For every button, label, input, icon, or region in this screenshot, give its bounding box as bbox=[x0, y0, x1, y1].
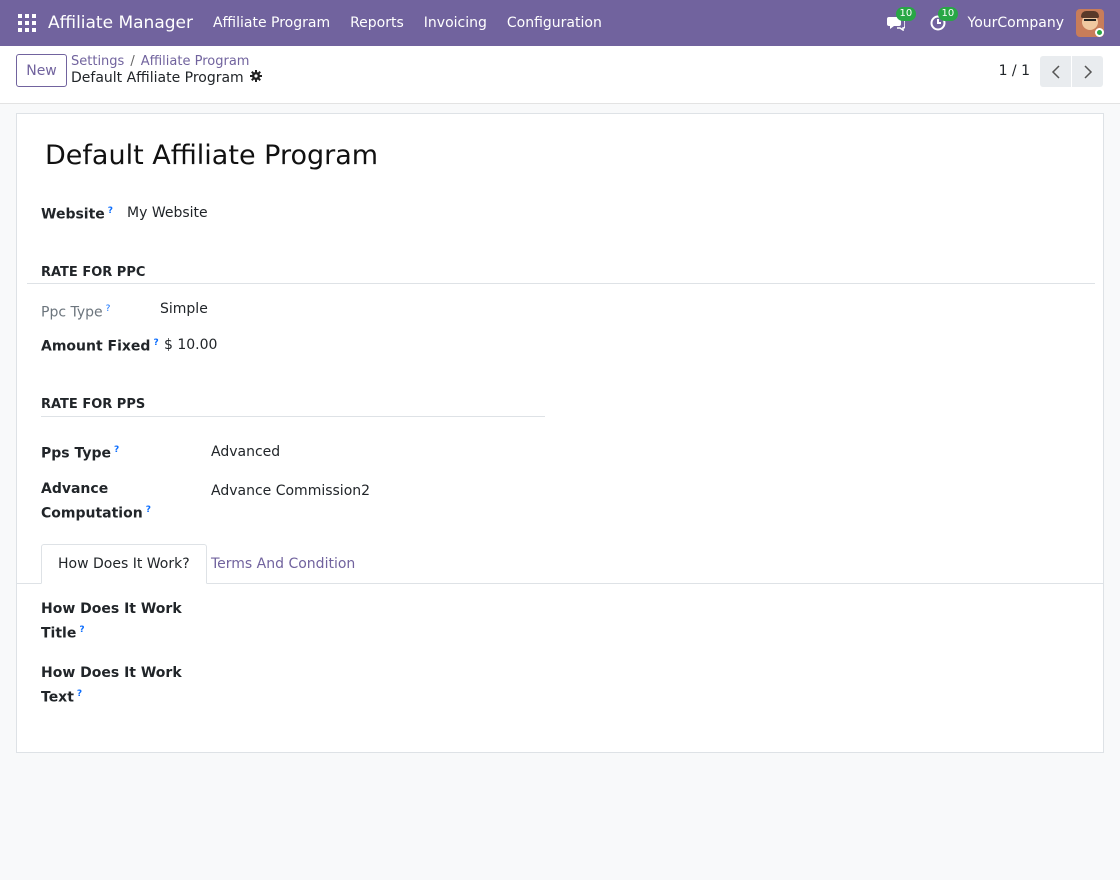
notebook-tabs: How Does It Work? Terms And Condition bbox=[17, 544, 1103, 584]
how-it-works-title-label: How Does It Work Title? bbox=[41, 601, 182, 642]
help-icon[interactable]: ? bbox=[146, 505, 151, 515]
advance-computation-label: Advance Computation? bbox=[41, 481, 151, 522]
amount-fixed-field[interactable]: $ 10.00 bbox=[164, 337, 217, 353]
record-title[interactable]: Default Affiliate Program bbox=[45, 140, 378, 171]
current-record-name: Default Affiliate Program bbox=[71, 70, 244, 86]
pager-value[interactable]: 1 / 1 bbox=[999, 63, 1030, 79]
new-button[interactable]: New bbox=[16, 54, 67, 87]
breadcrumb-affiliate-program[interactable]: Affiliate Program bbox=[141, 54, 250, 69]
user-avatar[interactable] bbox=[1076, 9, 1104, 37]
current-record: Default Affiliate Program bbox=[71, 70, 262, 86]
section-divider bbox=[27, 283, 1095, 284]
amount-fixed-label: Amount Fixed? bbox=[41, 338, 159, 355]
help-icon[interactable]: ? bbox=[79, 625, 84, 635]
ppc-type-label: Ppc Type? bbox=[41, 304, 111, 321]
chevron-left-icon bbox=[1051, 64, 1060, 79]
menu-invoicing[interactable]: Invoicing bbox=[424, 15, 487, 31]
help-icon[interactable]: ? bbox=[114, 445, 119, 455]
gear-icon[interactable] bbox=[249, 70, 262, 86]
pps-type-field[interactable]: Advanced bbox=[211, 444, 280, 460]
activities-button[interactable]: 10 bbox=[924, 7, 959, 35]
pps-type-label: Pps Type? bbox=[41, 445, 120, 462]
messages-count-badge: 10 bbox=[895, 7, 917, 21]
menu-affiliate-program[interactable]: Affiliate Program bbox=[213, 15, 330, 31]
advance-computation-field[interactable]: Advance Commission2 bbox=[211, 483, 370, 499]
menu-configuration[interactable]: Configuration bbox=[507, 15, 602, 31]
help-icon[interactable]: ? bbox=[106, 304, 111, 314]
help-icon[interactable]: ? bbox=[108, 206, 113, 216]
messages-button[interactable]: 10 bbox=[882, 7, 917, 35]
help-icon[interactable]: ? bbox=[77, 689, 82, 699]
breadcrumb: Settings / Affiliate Program bbox=[71, 54, 249, 69]
help-icon[interactable]: ? bbox=[153, 338, 158, 348]
section-rate-for-pps: RATE FOR PPS bbox=[41, 397, 146, 412]
company-switcher[interactable]: YourCompany bbox=[968, 15, 1065, 31]
top-navbar: Affiliate Manager Affiliate Program Repo… bbox=[0, 0, 1120, 46]
breadcrumb-settings[interactable]: Settings bbox=[71, 54, 124, 69]
main-menu: Affiliate Program Reports Invoicing Conf… bbox=[213, 15, 622, 31]
website-label: Website? bbox=[41, 206, 114, 223]
how-it-works-text-label: How Does It Work Text? bbox=[41, 665, 182, 706]
section-rate-for-ppc: RATE FOR PPC bbox=[41, 265, 146, 280]
website-field[interactable]: My Website bbox=[127, 205, 208, 221]
form-sheet: Default Affiliate Program Website? My We… bbox=[16, 113, 1104, 753]
section-divider bbox=[41, 416, 545, 417]
systray: 10 10 YourCompany bbox=[882, 0, 1120, 46]
pager-previous-button[interactable] bbox=[1040, 56, 1071, 87]
tab-terms-and-condition[interactable]: Terms And Condition bbox=[195, 544, 371, 584]
online-status-dot bbox=[1095, 28, 1104, 37]
apps-menu-icon[interactable] bbox=[18, 14, 36, 32]
chevron-right-icon bbox=[1083, 64, 1092, 79]
activities-count-badge: 10 bbox=[937, 7, 959, 21]
menu-reports[interactable]: Reports bbox=[350, 15, 404, 31]
app-name[interactable]: Affiliate Manager bbox=[48, 13, 193, 33]
tab-how-does-it-work[interactable]: How Does It Work? bbox=[41, 544, 207, 584]
control-panel: New Settings / Affiliate Program Default A… bbox=[0, 46, 1120, 104]
breadcrumb-separator: / bbox=[130, 54, 135, 69]
pager-next-button[interactable] bbox=[1072, 56, 1103, 87]
ppc-type-field[interactable]: Simple bbox=[160, 301, 208, 317]
